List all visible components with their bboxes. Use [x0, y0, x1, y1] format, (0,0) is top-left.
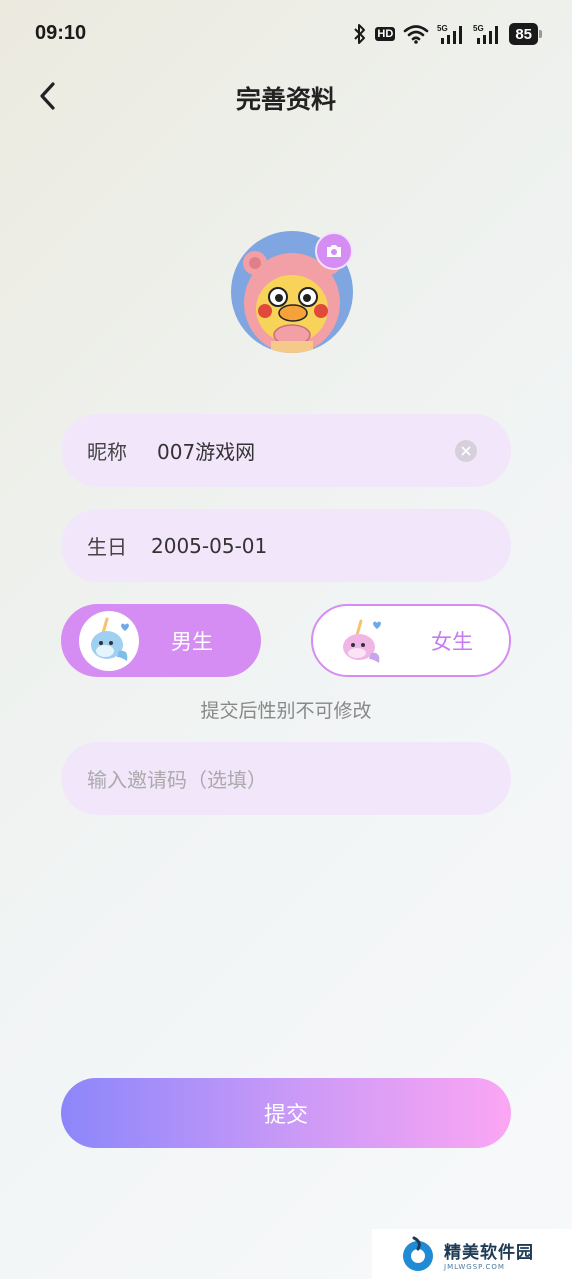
close-icon [461, 446, 471, 456]
watermark-logo-icon [403, 1236, 433, 1271]
birthday-label: 生日 [87, 535, 127, 559]
gender-female-label: 女生 [431, 629, 473, 654]
avatar-upload[interactable] [231, 231, 353, 353]
status-time: 09:10 [35, 22, 87, 44]
wifi-icon [403, 24, 429, 44]
status-icons: HD 5G 5G 85 [353, 22, 542, 46]
watermark: 精美软件园 JMLWGSP.COM [372, 1229, 572, 1279]
narwhal-pink-icon [331, 611, 391, 671]
signal-5g-icon: 5G [473, 23, 501, 45]
gender-male-label: 男生 [171, 629, 213, 654]
gender-male-option[interactable]: 男生 [61, 604, 261, 677]
battery-icon: 85 [509, 23, 542, 45]
page-title: 完善资料 [235, 85, 336, 114]
watermark-name: 精美软件园 [444, 1242, 534, 1263]
signal-5g-icon: 5G [437, 23, 465, 45]
invite-code-input[interactable]: 输入邀请码（选填） [87, 764, 267, 793]
narwhal-blue-icon [79, 610, 139, 671]
nickname-input[interactable]: 007游戏网 [157, 436, 255, 465]
camera-icon [327, 245, 341, 257]
status-bar: 09:10 HD 5G 5G 85 [0, 0, 572, 68]
gender-hint: 提交后性别不可修改 [200, 700, 372, 722]
camera-button[interactable] [315, 232, 353, 270]
net-label: 5G [437, 24, 448, 33]
submit-button[interactable]: 提交 [61, 1078, 511, 1148]
nickname-label: 昵称 [87, 440, 127, 464]
clear-nickname-button[interactable] [455, 440, 477, 462]
bluetooth-icon [353, 23, 367, 45]
birthday-field[interactable]: 生日 2005-05-01 [61, 509, 511, 582]
gender-female-option[interactable]: 女生 [311, 604, 511, 677]
invite-code-field[interactable]: 输入邀请码（选填） [61, 742, 511, 815]
hd-icon: HD [375, 27, 396, 41]
birthday-value[interactable]: 2005-05-01 [151, 534, 267, 558]
net-label: 5G [473, 24, 484, 33]
watermark-url: JMLWGSP.COM [444, 1262, 505, 1271]
nickname-field[interactable]: 昵称 007游戏网 [61, 414, 511, 487]
